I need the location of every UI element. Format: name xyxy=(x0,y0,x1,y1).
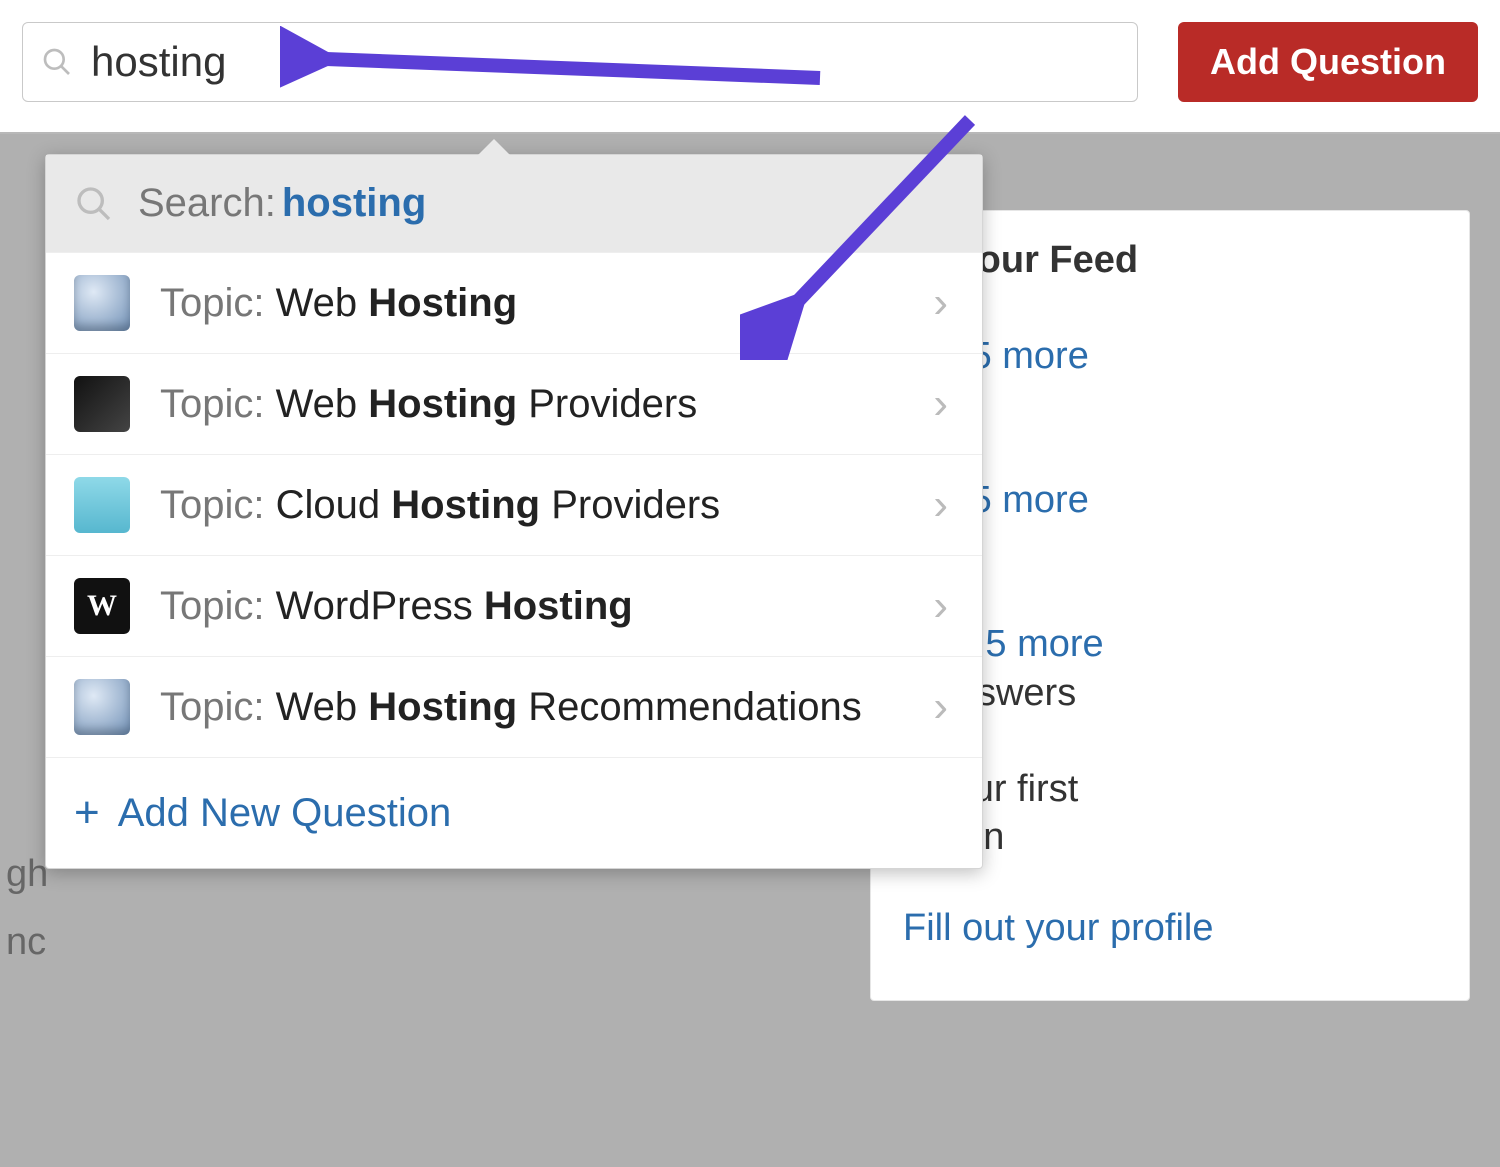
topic-label: Topic: Cloud Hosting Providers xyxy=(160,483,927,528)
feed-suggestion-tail: d answers xyxy=(903,672,1437,715)
search-suggestions-dropdown: Search: hosting Topic: Web Hosting › Top… xyxy=(45,154,983,869)
fill-out-profile-link[interactable]: Fill out your profile xyxy=(903,907,1437,950)
feed-suggestion[interactable]: low 5 more xyxy=(903,330,1437,383)
feed-suggestion[interactable]: low 5 more xyxy=(903,474,1437,527)
feed-suggestion[interactable]: k your first xyxy=(903,763,1437,816)
plus-icon: + xyxy=(74,788,100,838)
add-new-question-label: Add New Question xyxy=(118,791,452,836)
topic-suggestion[interactable]: Topic: Web Hosting › xyxy=(46,252,982,353)
chevron-right-icon: › xyxy=(927,581,954,631)
feed-suggestion-tail: aces xyxy=(903,383,1437,426)
feed-suggestion[interactable]: vote 5 more xyxy=(903,618,1437,671)
add-new-question-link[interactable]: + Add New Question xyxy=(46,757,982,868)
topic-suggestion[interactable]: W Topic: WordPress Hosting › xyxy=(46,555,982,656)
background-left-text: gh nc xyxy=(0,840,48,977)
wordpress-icon: W xyxy=(74,578,130,634)
search-icon xyxy=(41,46,73,78)
globe-icon xyxy=(74,275,130,331)
topic-suggestion[interactable]: Topic: Cloud Hosting Providers › xyxy=(46,454,982,555)
feed-suggestion-tail: ics xyxy=(903,527,1437,570)
topic-suggestion[interactable]: Topic: Web Hosting Providers › xyxy=(46,353,982,454)
globe-icon xyxy=(74,679,130,735)
search-input[interactable] xyxy=(91,38,1119,86)
topic-label: Topic: Web Hosting Recommendations xyxy=(160,685,927,730)
search-icon xyxy=(74,184,114,224)
top-bar: Add Question xyxy=(0,0,1500,134)
search-term: hosting xyxy=(282,181,426,226)
search-box[interactable] xyxy=(22,22,1138,102)
topic-label: Topic: WordPress Hosting xyxy=(160,584,927,629)
chevron-right-icon: › xyxy=(927,278,954,328)
search-suggestion-header[interactable]: Search: hosting xyxy=(46,155,982,252)
cloud-icon xyxy=(74,477,130,533)
topic-label: Topic: Web Hosting Providers xyxy=(160,382,927,427)
chevron-right-icon: › xyxy=(927,480,954,530)
topic-suggestion[interactable]: Topic: Web Hosting Recommendations › xyxy=(46,656,982,757)
chevron-right-icon: › xyxy=(927,379,954,429)
topic-label: Topic: Web Hosting xyxy=(160,281,927,326)
search-prefix-label: Search: xyxy=(138,181,276,226)
chevron-right-icon: › xyxy=(927,682,954,732)
server-icon xyxy=(74,376,130,432)
improve-feed-title: ve Your Feed xyxy=(903,239,1437,282)
add-question-button[interactable]: Add Question xyxy=(1178,22,1478,102)
feed-suggestion-tail: estion xyxy=(903,816,1437,859)
